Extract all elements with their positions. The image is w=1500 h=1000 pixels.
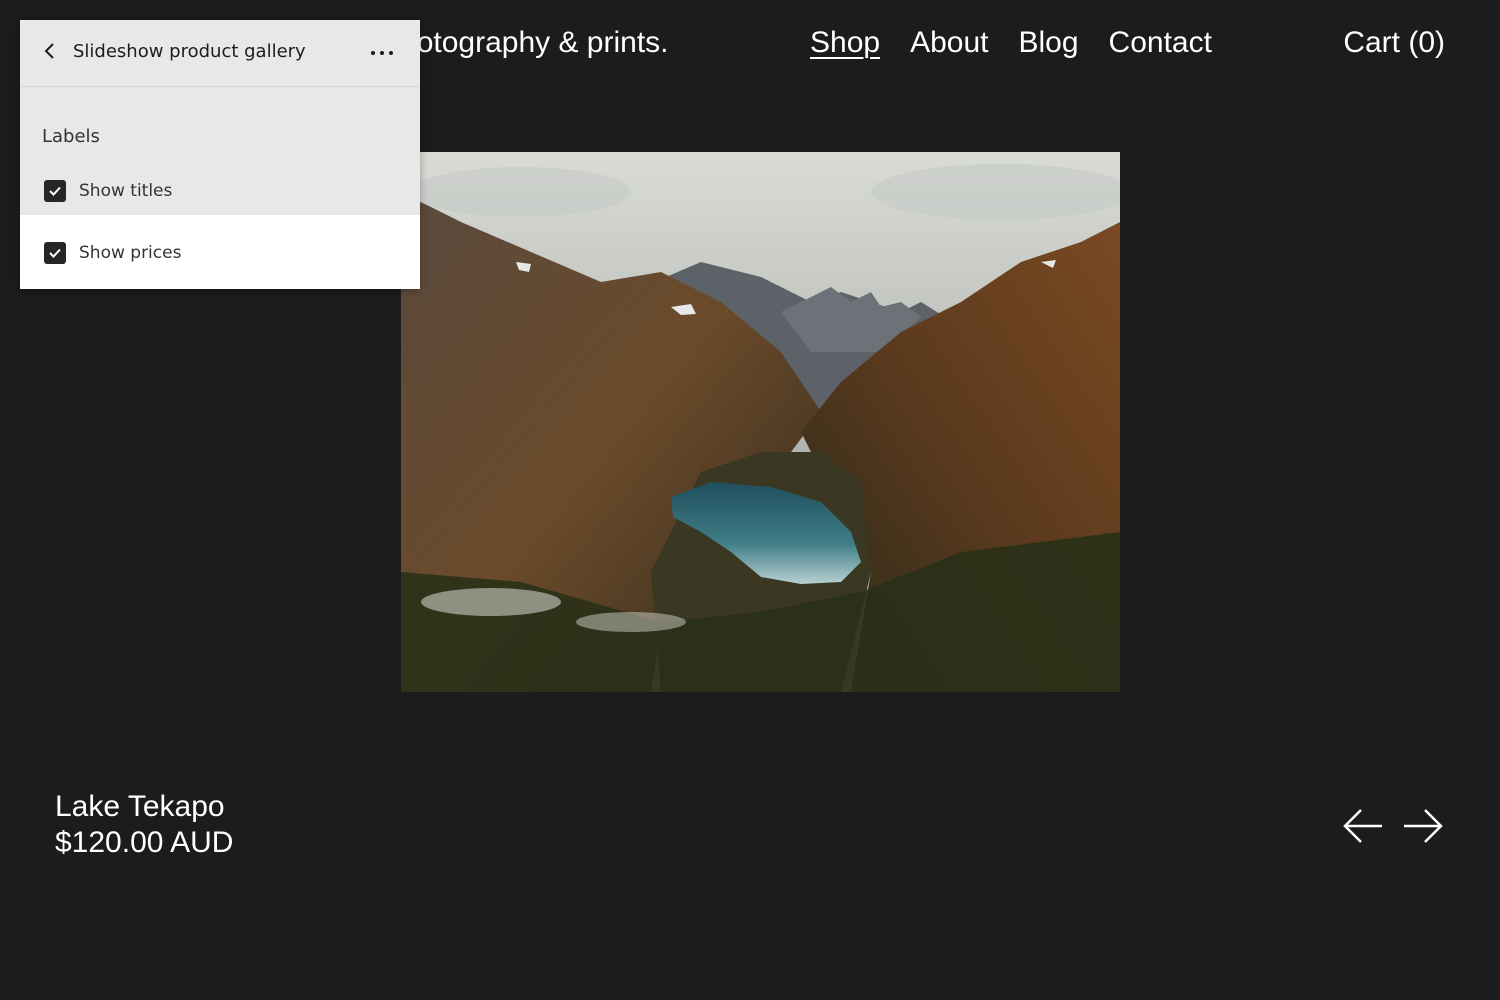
show-prices-option[interactable]: Show prices xyxy=(20,215,420,289)
show-titles-checkbox[interactable] xyxy=(44,180,66,202)
editor-panel: Slideshow product gallery Labels Show ti… xyxy=(20,20,420,289)
page: Photography & prints. Shop About Blog Co… xyxy=(0,0,1500,1000)
chevron-left-icon[interactable] xyxy=(40,40,60,62)
site-title[interactable]: Photography & prints. xyxy=(380,26,669,60)
nav-blog[interactable]: Blog xyxy=(1018,26,1078,60)
more-horizontal-icon[interactable] xyxy=(370,44,394,56)
arrow-left-icon[interactable] xyxy=(1342,806,1384,846)
section-label-labels: Labels xyxy=(42,126,100,147)
show-titles-option[interactable]: Show titles xyxy=(20,160,420,215)
nav-about[interactable]: About xyxy=(910,26,988,60)
nav-contact[interactable]: Contact xyxy=(1109,26,1212,60)
arrow-right-icon[interactable] xyxy=(1402,806,1444,846)
product-image xyxy=(401,152,1120,692)
show-titles-label: Show titles xyxy=(79,181,173,201)
show-prices-checkbox[interactable] xyxy=(44,242,66,264)
panel-header: Slideshow product gallery xyxy=(20,20,420,87)
cart-link[interactable]: Cart (0) xyxy=(1343,26,1445,60)
show-prices-label: Show prices xyxy=(79,243,182,263)
product-price: $120.00 AUD xyxy=(55,826,234,859)
panel-title: Slideshow product gallery xyxy=(73,41,306,62)
main-nav: Shop About Blog Contact xyxy=(810,26,1212,60)
product-title[interactable]: Lake Tekapo xyxy=(55,790,225,824)
nav-shop[interactable]: Shop xyxy=(810,26,880,60)
